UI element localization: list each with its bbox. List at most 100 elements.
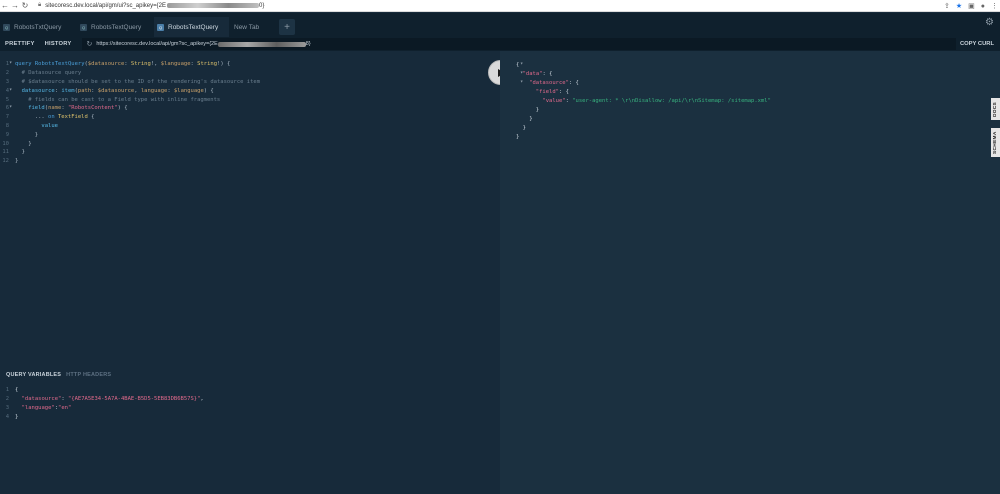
tab-label: RobotsTextQuery bbox=[168, 23, 219, 31]
result-line: } bbox=[506, 114, 771, 123]
code-token: : { bbox=[558, 88, 569, 95]
code-token: } bbox=[15, 158, 19, 165]
code-token: TextField bbox=[57, 114, 88, 121]
copy-curl-button[interactable]: COPY CURL bbox=[960, 41, 1000, 47]
variables-line: 4} bbox=[0, 412, 500, 421]
line-number: 4 bbox=[5, 413, 9, 420]
code-token: "value" bbox=[542, 97, 566, 104]
code-token: $datasource bbox=[97, 87, 135, 94]
browser-url-prefix: sitecoresc.dev.local/api/gm/ui?sc_apikey… bbox=[45, 2, 166, 9]
playground-tab-strip: Q RobotsTxtQuery Q RobotsTextQuery Q Rob… bbox=[0, 13, 1000, 37]
prettify-button[interactable]: PRETTIFY bbox=[0, 41, 40, 47]
query-tab-icon: Q bbox=[157, 23, 164, 31]
tab-query-variables[interactable]: QUERY VARIABLES bbox=[6, 372, 61, 378]
fold-glyph: ▾ bbox=[520, 78, 524, 85]
code-token: "RobotsContent" bbox=[67, 105, 118, 112]
tab-robotstextquery-active[interactable]: Q RobotsTextQuery bbox=[154, 17, 229, 37]
code-token: RobotsTextQuery bbox=[34, 61, 85, 68]
forward-icon[interactable]: → bbox=[10, 0, 20, 12]
docs-tab[interactable]: DOCS bbox=[991, 98, 1000, 120]
code-token: : bbox=[54, 87, 62, 94]
line-number: 11 bbox=[2, 149, 9, 156]
code-line: 10} bbox=[0, 139, 500, 148]
line-number: 10 bbox=[2, 140, 9, 147]
editor-toolbar: PRETTIFY HISTORY ↻ https://sitecoresc.de… bbox=[0, 37, 1000, 51]
code-line: 2 # Datasource query bbox=[0, 69, 500, 78]
code-token: : { bbox=[568, 79, 579, 86]
add-tab-button[interactable]: + bbox=[279, 19, 295, 35]
code-token: : bbox=[565, 97, 573, 104]
fold-glyph: ▾ bbox=[9, 104, 13, 111]
profile-icon[interactable]: ● bbox=[981, 3, 985, 10]
schema-tab[interactable]: SCHEMA bbox=[991, 128, 1000, 157]
line-number: 9 bbox=[5, 131, 9, 138]
code-line: 3 # $datasource should be set to the ID o… bbox=[0, 78, 500, 87]
code-token: } bbox=[28, 140, 32, 147]
tab-new-tab[interactable]: New Tab bbox=[231, 17, 275, 37]
tab-robotstxtquery[interactable]: Q RobotsTxtQuery bbox=[0, 17, 75, 37]
code-token: $datasource bbox=[87, 61, 125, 68]
endpoint-url-input[interactable]: ↻ https://sitecoresc.dev.local/api/gm?sc… bbox=[82, 38, 957, 50]
code-token: : bbox=[61, 105, 68, 112]
variables-editor[interactable]: 1{2 "datasource": "{AE7A5E34-5A7A-4BAE-B5… bbox=[0, 386, 500, 421]
code-token: ... bbox=[34, 114, 49, 121]
tab-http-headers[interactable]: HTTP HEADERS bbox=[66, 372, 111, 378]
code-token: "language" bbox=[21, 404, 55, 411]
browser-url[interactable]: 🔒︎ sitecoresc.dev.local/api/gm/ui?sc_api… bbox=[38, 2, 264, 9]
fold-glyph: ▾ bbox=[9, 86, 13, 93]
code-token: field bbox=[28, 105, 45, 112]
query-editor[interactable]: 1 ▾ query RobotsTextQuery($datasource: Str… bbox=[0, 60, 500, 360]
result-line: "value": "user-agent: * \r\nDisallow: /a… bbox=[506, 96, 771, 105]
code-line: 6 ▾ field(name: "RobotsContent") { bbox=[0, 104, 500, 113]
result-line: ▾ "datasource": { bbox=[506, 78, 771, 87]
code-token: value bbox=[41, 122, 58, 129]
code-token: name bbox=[48, 105, 62, 112]
back-icon[interactable]: ← bbox=[0, 0, 10, 12]
result-line: ▾{ bbox=[506, 60, 771, 69]
refresh-schema-icon[interactable]: ↻ bbox=[86, 40, 92, 48]
code-token: : bbox=[91, 87, 98, 94]
sidebar-icon[interactable]: ▣ bbox=[968, 2, 975, 10]
code-line: 4 ▾ datasource: item(path: $datasource, la… bbox=[0, 86, 500, 95]
redacted-api-key bbox=[217, 41, 306, 47]
code-line: 9} bbox=[0, 130, 500, 139]
result-line: } bbox=[506, 132, 771, 141]
variables-line: 3 "language": "en" bbox=[0, 404, 500, 413]
browser-address-bar: ← → ↻ 🔒︎ sitecoresc.dev.local/api/gm/ui?… bbox=[0, 0, 1000, 12]
code-line: 11} bbox=[0, 148, 500, 157]
code-token: !) { bbox=[217, 61, 231, 68]
query-panel: 1 ▾ query RobotsTextQuery($datasource: Str… bbox=[0, 51, 500, 494]
result-viewer: ▾{▾ "data": {▾ "datasource": {"field": {"v… bbox=[506, 60, 771, 141]
code-token: String bbox=[130, 61, 151, 68]
line-number: 5 bbox=[5, 96, 9, 103]
code-token: # $datasource should be set to the ID of… bbox=[21, 78, 261, 85]
line-number: 6 bbox=[5, 105, 9, 112]
result-panel: ▾{▾ "data": {▾ "datasource": {"field": {"v… bbox=[500, 51, 1000, 494]
fold-glyph: ▾ bbox=[520, 69, 524, 76]
tab-label: RobotsTxtQuery bbox=[14, 23, 62, 31]
tab-robotstextquery-1[interactable]: Q RobotsTextQuery bbox=[77, 17, 152, 37]
code-token: item bbox=[61, 87, 75, 94]
fold-glyph: ▾ bbox=[9, 60, 13, 67]
menu-icon[interactable]: ⋮ bbox=[991, 2, 998, 10]
code-line: 7... on TextField { bbox=[0, 113, 500, 122]
reload-icon[interactable]: ↻ bbox=[20, 0, 30, 12]
tab-label: New Tab bbox=[234, 23, 260, 31]
browser-url-suffix: 0} bbox=[259, 2, 265, 9]
result-line: "field": { bbox=[506, 87, 771, 96]
settings-gear-icon[interactable]: ⚙ bbox=[985, 18, 995, 28]
line-number: 2 bbox=[5, 396, 9, 403]
code-token: } bbox=[535, 106, 540, 113]
history-button[interactable]: HISTORY bbox=[40, 41, 77, 47]
code-token: "data" bbox=[522, 70, 543, 77]
code-token: { bbox=[87, 114, 95, 121]
code-token: String bbox=[197, 61, 218, 68]
code-token: , bbox=[200, 396, 204, 403]
code-token: : bbox=[124, 61, 131, 68]
code-token: "en" bbox=[58, 404, 72, 411]
code-line: 1 ▾ query RobotsTextQuery($datasource: Str… bbox=[0, 60, 500, 69]
share-icon[interactable]: ⇪ bbox=[944, 2, 950, 10]
bookmark-star-icon[interactable]: ★ bbox=[956, 2, 962, 10]
tab-label: RobotsTextQuery bbox=[91, 23, 142, 31]
code-token: on bbox=[48, 114, 58, 121]
